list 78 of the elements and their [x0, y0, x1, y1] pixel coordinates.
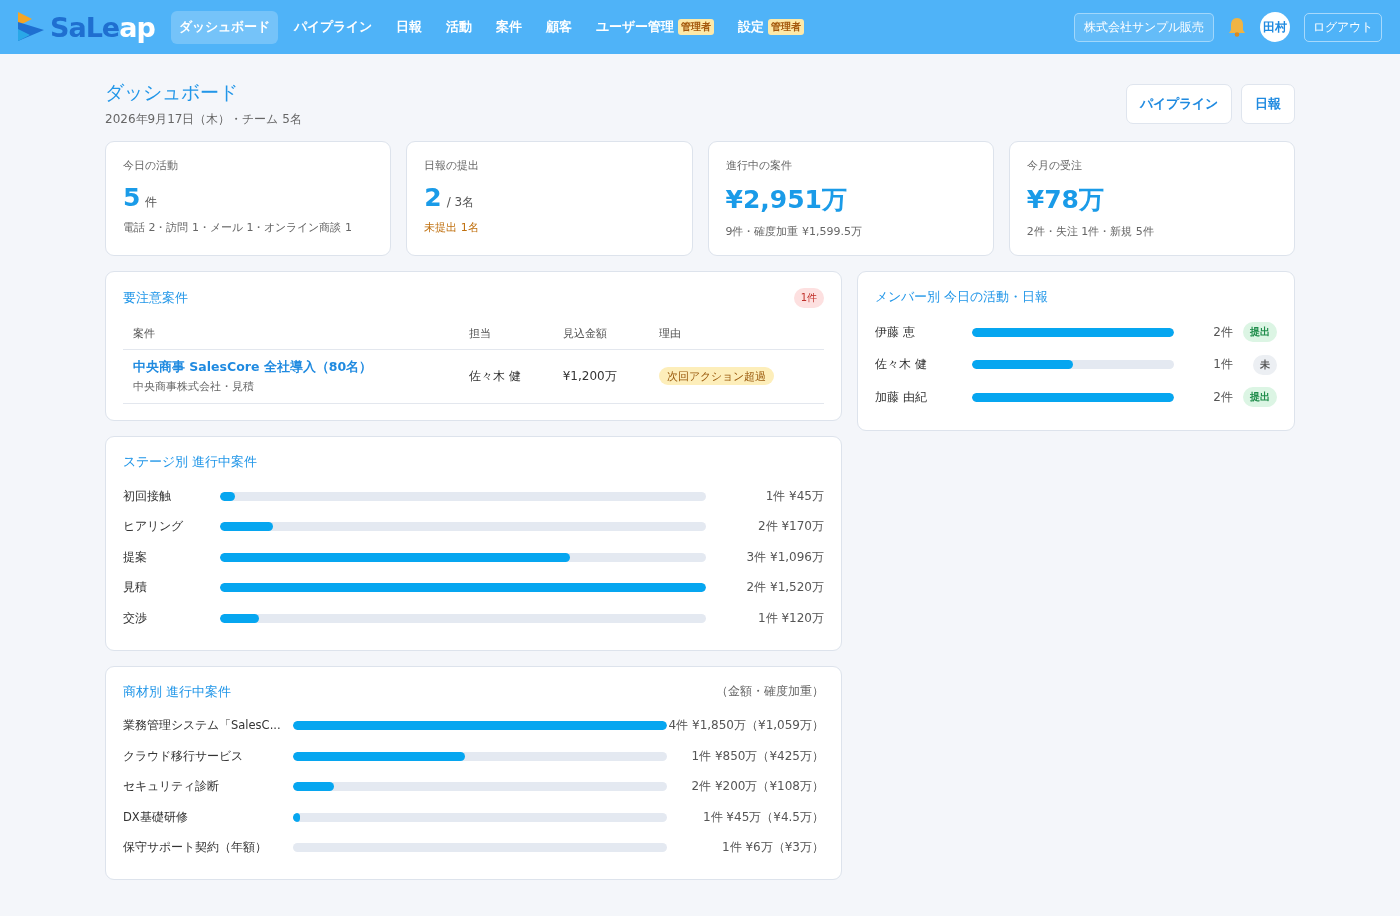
card-title: 商材別 進行中案件 [123, 682, 232, 701]
nav-tab[interactable]: パイプライン [285, 10, 380, 44]
table-cell: ¥1,200万 [552, 349, 649, 404]
card-title: 要注意案件 [123, 289, 188, 307]
page-title: ダッシュボード [105, 80, 239, 105]
bar-label: ヒアリング [123, 519, 184, 535]
stat-detail: 電話 2・訪問 1・メール 1・オンライン商談 1 [123, 220, 353, 235]
column-header: 担当 [459, 318, 553, 350]
bar-value: 2件 ¥1,520万 [745, 579, 824, 597]
activity-count: 2件 [1212, 323, 1233, 341]
logo-icon [18, 12, 46, 42]
admin-badge: 管理者 [677, 19, 714, 35]
stat-label: 進行中の案件 [725, 158, 793, 173]
stat-unit: / 3名 [446, 194, 475, 211]
stat-value: 5 [123, 183, 141, 212]
shortcut-button[interactable]: 日報 [1241, 84, 1295, 124]
stat-label: 今月の受注 [1026, 158, 1083, 173]
stat-value: ¥2,951万 [725, 184, 847, 216]
bar-value: 1件 ¥6万（¥3万） [721, 839, 824, 857]
bar-label: クラウド移行サービス [123, 748, 244, 764]
card-title: メンバー別 今日の活動・日報 [875, 288, 1049, 306]
bar-value: 4件 ¥1,850万（¥1,059万） [667, 717, 824, 735]
bar-value: 3件 ¥1,096万 [745, 548, 824, 566]
stat-value: 2 [424, 183, 442, 212]
nav-tab[interactable]: 活動 [437, 10, 480, 44]
bar-label: セキュリティ診断 [123, 779, 220, 795]
bar-value: 2件 ¥200万（¥108万） [690, 778, 824, 796]
shortcut-button[interactable]: パイプライン [1126, 84, 1232, 124]
logo-wordmark: SaLeap [50, 11, 155, 43]
bar-value: 1件 ¥850万（¥425万） [690, 747, 824, 765]
status-badge: 提出 [1243, 387, 1277, 408]
status-badge: 提出 [1243, 322, 1277, 343]
table-cell: 佐々木 健 [459, 349, 553, 404]
deal-link[interactable]: 中央商事 SalesCore 全社導入（80名） [133, 359, 450, 376]
nav-tab[interactable]: ダッシュボード [170, 10, 278, 44]
deal-detail: 中央商事株式会社・見積 [133, 379, 255, 394]
card-title: ステージ別 進行中案件 [123, 453, 258, 471]
stat-detail: 9件・確度加重 ¥1,599.5万 [725, 224, 863, 239]
stat-label: 日報の提出 [424, 158, 481, 173]
bar-value: 2件 ¥170万 [757, 518, 824, 536]
user-avatar[interactable]: 田村 [1260, 12, 1290, 42]
column-header: 理由 [648, 318, 824, 350]
stat-detail: 未提出 1名 [424, 220, 480, 235]
stat-label: 今日の活動 [123, 158, 179, 173]
member-name: 加藤 由紀 [875, 389, 928, 405]
count-badge: 1件 [793, 288, 824, 308]
bell-icon[interactable] [1228, 17, 1246, 37]
bar-label: 業務管理システム「SalesC... [123, 718, 282, 734]
card-note: （金額・確度加重） [716, 683, 824, 700]
bar-label: 初回接触 [123, 488, 172, 504]
page-subtitle: 2026年9月17日（木）・チーム 5名 [105, 111, 302, 128]
member-name: 佐々木 健 [875, 357, 928, 373]
logout-button[interactable]: ログアウト [1304, 12, 1382, 42]
bar-label: 提案 [123, 549, 148, 565]
activity-count: 2件 [1212, 388, 1233, 406]
nav-tab[interactable]: 日報 [387, 10, 430, 44]
admin-badge: 管理者 [767, 19, 804, 35]
bar-label: DX基礎研修 [123, 809, 189, 825]
nav-tab[interactable]: 設定 管理者 [729, 10, 812, 44]
status-badge: 未 [1253, 354, 1277, 375]
column-header: 見込金額 [552, 318, 649, 350]
bar-value: 1件 ¥120万 [757, 609, 824, 627]
bar-label: 見積 [123, 580, 148, 596]
bar-label: 交渉 [123, 610, 148, 626]
nav-tab[interactable]: 顧客 [537, 10, 580, 44]
nav-tab[interactable]: 案件 [487, 10, 530, 44]
bar-value: 1件 ¥45万（¥4.5万） [701, 808, 824, 826]
stat-detail: 2件・失注 1件・新規 5件 [1026, 224, 1155, 239]
stat-value: ¥78万 [1026, 184, 1104, 216]
bar-value: 1件 ¥45万 [764, 487, 824, 505]
member-name: 伊藤 恵 [875, 324, 916, 340]
stat-unit: 件 [145, 194, 158, 211]
nav-tab[interactable]: ユーザー管理 管理者 [587, 10, 722, 44]
bar-label: 保守サポート契約（年額） [123, 840, 268, 856]
reason-tag: 次回アクション超過 [658, 367, 774, 385]
activity-count: 1件 [1212, 356, 1233, 374]
column-header: 案件 [123, 318, 460, 350]
company-name: 株式会社サンプル販売 [1074, 12, 1214, 42]
